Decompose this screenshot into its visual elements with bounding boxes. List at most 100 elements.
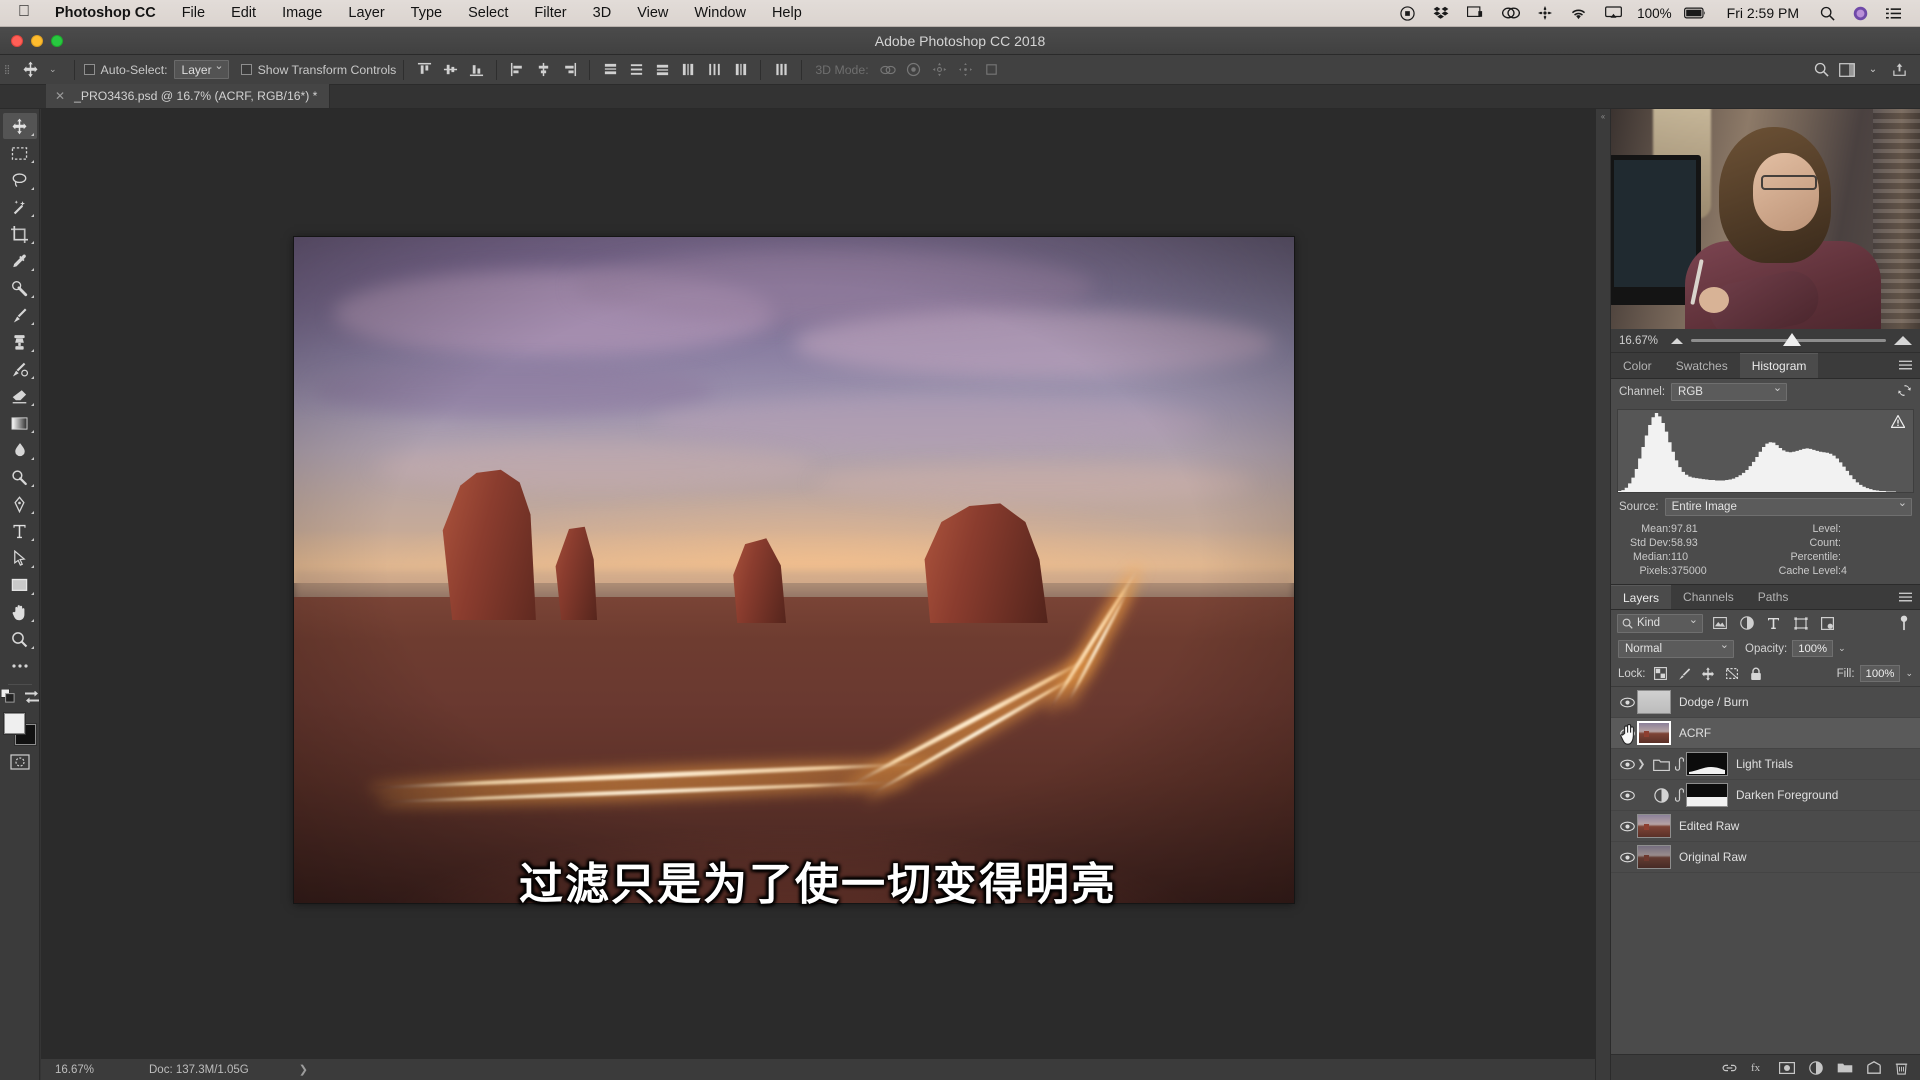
filter-pixel-icon[interactable] [1709, 613, 1730, 633]
move-tool-icon[interactable] [13, 61, 47, 78]
default-colors-icon[interactable] [1, 689, 15, 708]
align-horizontal-centers-icon[interactable] [530, 59, 556, 81]
distribute-vertical-center-icon[interactable] [623, 59, 649, 81]
maximize-window-button[interactable] [51, 35, 63, 47]
menu-view[interactable]: View [624, 0, 681, 27]
lock-position-icon[interactable] [1699, 665, 1718, 683]
layer-thumbnail[interactable] [1637, 690, 1671, 714]
delete-layer-icon[interactable] [1895, 1061, 1908, 1075]
distribute-bottom-icon[interactable] [649, 59, 675, 81]
clone-stamp-tool[interactable] [3, 329, 37, 355]
layer-thumbnail[interactable] [1637, 721, 1671, 745]
lock-all-icon[interactable] [1747, 665, 1766, 683]
shuttle-icon[interactable] [1529, 6, 1561, 20]
swap-colors-icon[interactable] [25, 690, 39, 708]
close-window-button[interactable] [11, 35, 23, 47]
tool-preset-caret-icon[interactable]: ⌄ [47, 64, 67, 75]
filter-shape-icon[interactable] [1790, 613, 1811, 633]
search-icon[interactable] [1808, 59, 1834, 81]
menu-file[interactable]: File [169, 0, 218, 27]
tab-color[interactable]: Color [1611, 353, 1664, 378]
wifi-icon[interactable] [1561, 7, 1596, 20]
layer-row-edited-raw[interactable]: Edited Raw [1611, 811, 1920, 842]
distribute-horizontal-center-icon[interactable] [701, 59, 727, 81]
share-icon[interactable] [1886, 59, 1912, 81]
options-bar-grip[interactable]: ⣿ [0, 64, 13, 75]
distribute-top-icon[interactable] [597, 59, 623, 81]
adjustment-layer-icon[interactable] [1650, 788, 1672, 803]
lasso-tool[interactable] [3, 167, 37, 193]
path-selection-tool[interactable] [3, 545, 37, 571]
filter-toggle-icon[interactable] [1893, 613, 1914, 633]
history-brush-tool[interactable] [3, 356, 37, 382]
histogram-graph[interactable] [1617, 409, 1914, 493]
artboard-image[interactable] [294, 237, 1294, 903]
lock-image-pixels-icon[interactable] [1675, 665, 1694, 683]
chevron-right-icon[interactable]: ❯ [249, 1063, 308, 1076]
mask-link-icon[interactable] [1672, 757, 1686, 771]
auto-select-checkbox[interactable] [84, 64, 95, 75]
eraser-tool[interactable] [3, 383, 37, 409]
opacity-value[interactable]: 100% [1792, 640, 1833, 657]
filter-adjustment-icon[interactable] [1736, 613, 1757, 633]
screen-record-icon[interactable] [1391, 6, 1424, 21]
status-doc-size[interactable]: Doc: 137.3M/1.05G [149, 1064, 249, 1076]
navigator-zoom-value[interactable]: 16.67% [1619, 335, 1663, 347]
filter-type-icon[interactable] [1763, 613, 1784, 633]
menu-select[interactable]: Select [455, 0, 521, 27]
type-tool[interactable] [3, 518, 37, 544]
align-vertical-centers-icon[interactable] [437, 59, 463, 81]
tab-histogram[interactable]: Histogram [1740, 353, 1819, 378]
panel-menu-icon[interactable] [1899, 585, 1920, 609]
siri-icon[interactable] [1844, 6, 1877, 21]
foreground-color-swatch[interactable] [4, 713, 25, 734]
color-swatches[interactable] [3, 712, 37, 746]
minimize-window-button[interactable] [31, 35, 43, 47]
new-group-icon[interactable] [1837, 1062, 1853, 1074]
quick-mask-icon[interactable] [10, 754, 30, 775]
layer-row-dodge-burn[interactable]: Dodge / Burn [1611, 687, 1920, 718]
menu-image[interactable]: Image [269, 0, 335, 27]
fill-stepper-caret-icon[interactable]: ⌄ [1905, 668, 1913, 679]
layer-visibility-toggle[interactable] [1617, 852, 1637, 863]
opacity-stepper-caret-icon[interactable]: ⌄ [1838, 643, 1846, 654]
layer-visibility-toggle[interactable] [1617, 697, 1637, 708]
tab-channels[interactable]: Channels [1671, 585, 1746, 609]
control-center-icon[interactable] [1877, 7, 1910, 20]
layer-name[interactable]: Original Raw [1679, 850, 1747, 864]
channel-dropdown[interactable]: RGB [1671, 383, 1787, 401]
show-transform-controls-group[interactable]: Show Transform Controls [235, 63, 397, 77]
menu-edit[interactable]: Edit [218, 0, 269, 27]
apple-logo-icon[interactable]:  [14, 4, 42, 22]
distribute-right-icon[interactable] [727, 59, 753, 81]
layer-mask-thumbnail[interactable] [1686, 783, 1728, 807]
menu-type[interactable]: Type [398, 0, 455, 27]
layer-visibility-toggle[interactable] [1617, 790, 1637, 801]
dodge-tool[interactable] [3, 464, 37, 490]
blur-tool[interactable] [3, 437, 37, 463]
lock-transparent-pixels-icon[interactable] [1651, 665, 1670, 683]
canvas-area[interactable]: 过滤只是为了使一切变得明亮 16.67% Doc: 137.3M/1.05G ❯ [41, 109, 1595, 1080]
lock-artboard-icon[interactable] [1723, 665, 1742, 683]
layer-row-acrf[interactable]: ACRF [1611, 718, 1920, 749]
menu-bar-clock[interactable]: Fri 2:59 PM [1715, 5, 1811, 21]
layer-visibility-toggle[interactable] [1617, 821, 1637, 832]
layer-name[interactable]: Light Trials [1736, 757, 1793, 771]
chevron-down-icon[interactable]: ⌄ [1860, 59, 1886, 81]
hand-tool[interactable] [3, 599, 37, 625]
layer-row-original-raw[interactable]: Original Raw [1611, 842, 1920, 873]
pen-tool[interactable] [3, 491, 37, 517]
distribute-left-icon[interactable] [675, 59, 701, 81]
menu-layer[interactable]: Layer [335, 0, 397, 27]
new-layer-icon[interactable] [1867, 1061, 1881, 1074]
tab-paths[interactable]: Paths [1746, 585, 1801, 609]
move-tool[interactable] [3, 113, 37, 139]
layer-row-darken-foreground[interactable]: Darken Foreground [1611, 780, 1920, 811]
menu-filter[interactable]: Filter [521, 0, 579, 27]
canvas-scroll-region[interactable] [41, 109, 1595, 1058]
tab-swatches[interactable]: Swatches [1664, 353, 1740, 378]
warning-icon[interactable] [1891, 415, 1905, 428]
crop-tool[interactable] [3, 221, 37, 247]
search-icon[interactable] [1811, 6, 1844, 21]
layer-mask-thumbnail[interactable] [1686, 752, 1728, 776]
